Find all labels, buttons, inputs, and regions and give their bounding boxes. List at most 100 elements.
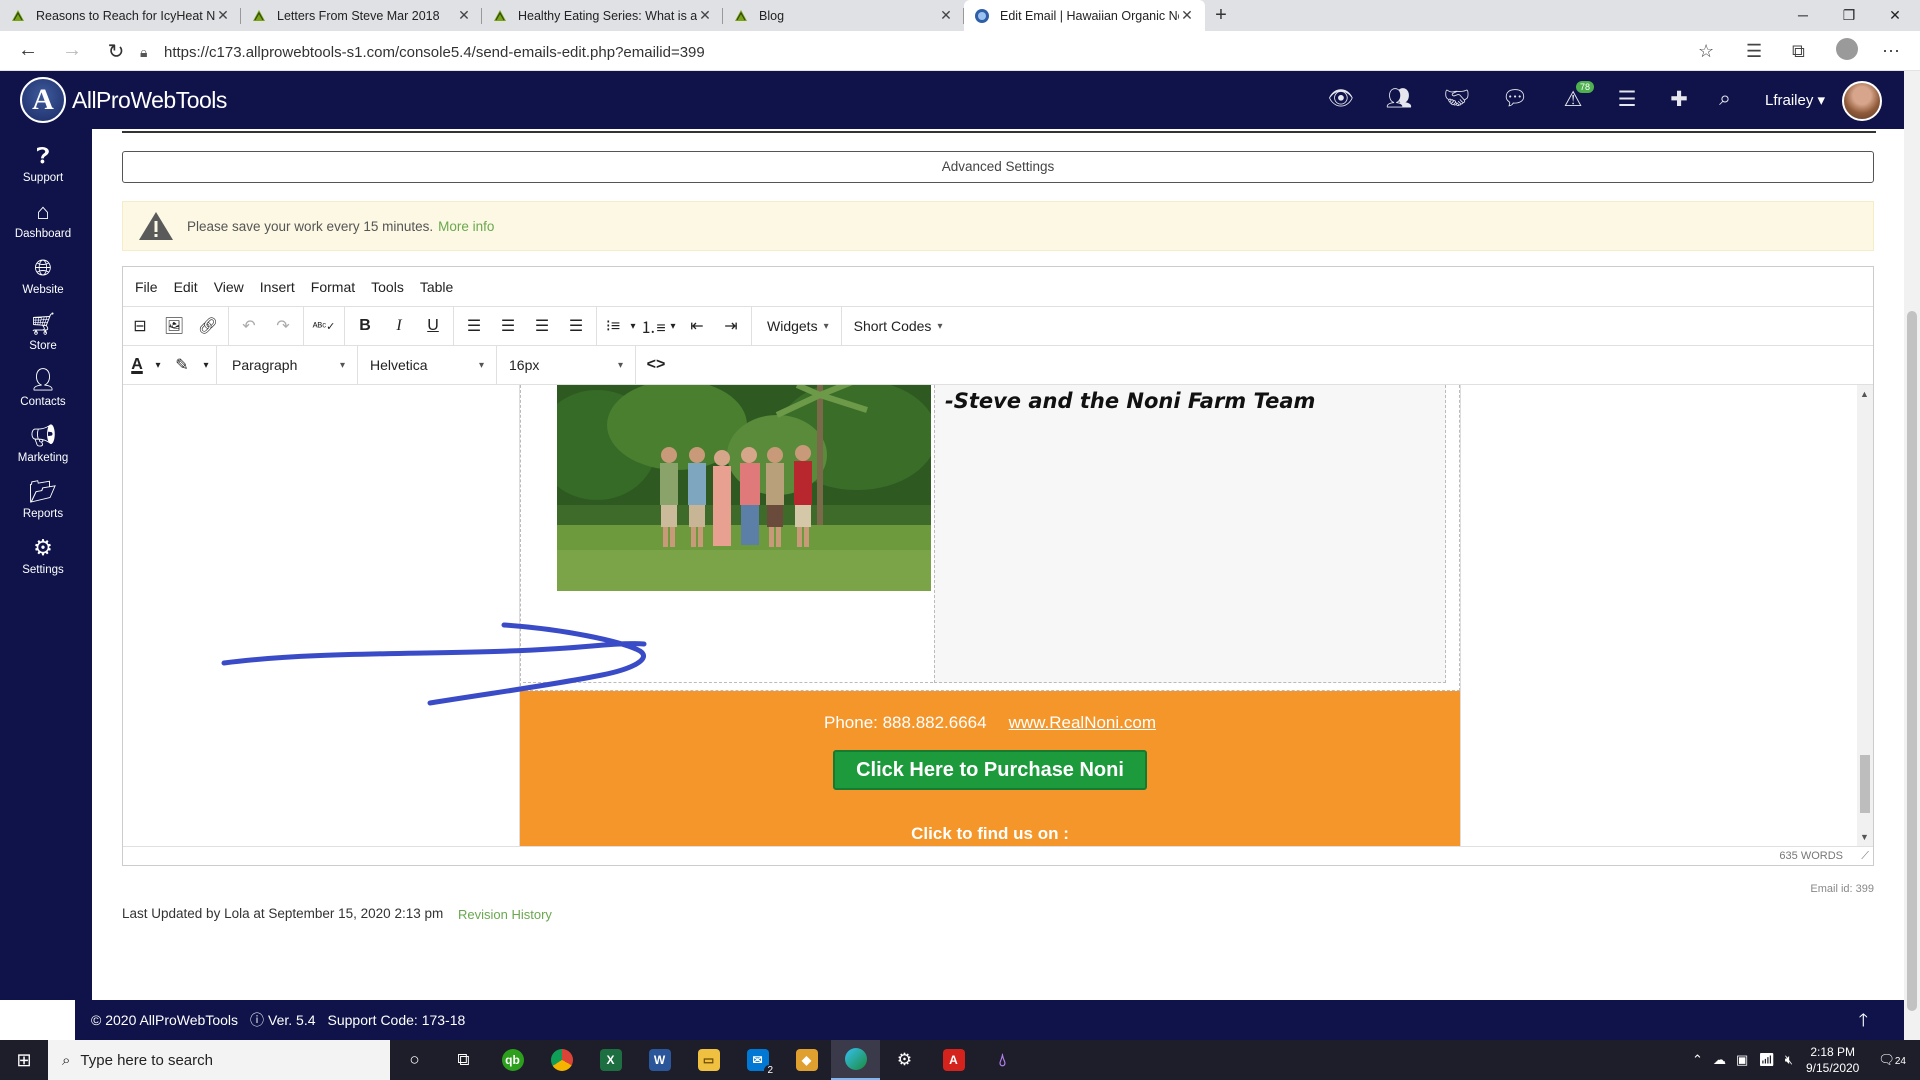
scrollbar-thumb[interactable] bbox=[1860, 755, 1870, 813]
task-view-icon[interactable]: ⧉ bbox=[439, 1040, 488, 1080]
browser-tab[interactable]: Healthy Eating Series: What is a ✕ bbox=[482, 0, 723, 31]
outdent-icon[interactable]: ⇤ bbox=[680, 316, 714, 336]
droplet-app-icon[interactable]: 💧︎ bbox=[978, 1040, 1027, 1080]
chat-icon[interactable]: 💬︎ bbox=[1500, 87, 1530, 111]
handshake-icon[interactable]: 🤝︎ bbox=[1442, 87, 1472, 111]
menu-edit[interactable]: Edit bbox=[174, 279, 198, 295]
short-codes-dropdown[interactable]: Short Codes ▾ bbox=[842, 307, 955, 346]
block-format-select[interactable]: Paragraph ▾ bbox=[220, 345, 358, 385]
bold-icon[interactable]: B bbox=[348, 317, 382, 335]
text-color-icon[interactable]: A bbox=[123, 356, 151, 374]
team-photo[interactable] bbox=[557, 385, 931, 591]
sidebar-item-contacts[interactable]: 👤︎ Contacts bbox=[0, 367, 86, 408]
sidebar-item-reports[interactable]: 📂︎ Reports bbox=[0, 479, 86, 520]
chevron-down-icon[interactable]: ▾ bbox=[626, 321, 640, 332]
favorite-star-icon[interactable]: ☆ bbox=[1698, 41, 1714, 62]
more-options-icon[interactable]: ⋯ bbox=[1882, 41, 1900, 62]
word-icon[interactable]: W bbox=[635, 1040, 684, 1080]
menu-insert[interactable]: Insert bbox=[260, 279, 295, 295]
eye-icon[interactable]: 👁︎ bbox=[1326, 87, 1356, 111]
chevron-up-icon[interactable]: ⌃ bbox=[1692, 1052, 1703, 1068]
restore-button[interactable]: ❐ bbox=[1826, 0, 1872, 31]
sidebar-item-support[interactable]: ❓︎ Support bbox=[0, 143, 86, 184]
editor-content-area[interactable]: -Steve and the Noni Farm Team Phone: 888… bbox=[123, 385, 1873, 846]
reload-icon[interactable]: ↻ bbox=[96, 39, 136, 64]
onedrive-icon[interactable]: ☁ bbox=[1713, 1052, 1726, 1068]
purchase-noni-button[interactable]: Click Here to Purchase Noni bbox=[833, 750, 1147, 790]
taskbar-clock[interactable]: 2:18 PM 9/15/2020 bbox=[1806, 1044, 1859, 1076]
menu-format[interactable]: Format bbox=[311, 279, 355, 295]
store-app-icon[interactable]: ◆ bbox=[782, 1040, 831, 1080]
page-scrollbar[interactable] bbox=[1904, 71, 1920, 1040]
plus-icon[interactable]: ✚ bbox=[1664, 87, 1694, 112]
source-code-icon[interactable]: <> bbox=[636, 356, 676, 374]
sidebar-item-settings[interactable]: ⚙ Settings bbox=[0, 535, 86, 576]
windows-start-icon[interactable]: ⊞ bbox=[0, 1050, 48, 1071]
underline-icon[interactable]: U bbox=[416, 317, 450, 335]
browser-tab[interactable]: Reasons to Reach for IcyHeat No ✕ bbox=[0, 0, 241, 31]
page-scrollbar-thumb[interactable] bbox=[1907, 311, 1917, 1011]
menu-tools[interactable]: Tools bbox=[371, 279, 404, 295]
edge-browser-icon[interactable] bbox=[831, 1040, 880, 1080]
taskbar-search[interactable]: ⌕ Type here to search bbox=[48, 1040, 390, 1080]
close-tab-icon[interactable]: ✕ bbox=[938, 7, 954, 24]
browser-tab[interactable]: Letters From Steve Mar 2018 ✕ bbox=[241, 0, 482, 31]
font-size-select[interactable]: 16px ▾ bbox=[497, 345, 636, 385]
editor-scrollbar[interactable]: ▲ ▼ bbox=[1857, 385, 1873, 846]
sidebar-item-dashboard[interactable]: ⌂ Dashboard bbox=[0, 199, 86, 240]
action-center-icon[interactable]: 🗨︎24 bbox=[1878, 1052, 1906, 1068]
new-tab-button[interactable]: + bbox=[1205, 0, 1237, 31]
close-tab-icon[interactable]: ✕ bbox=[456, 7, 472, 24]
users-icon[interactable]: 👥︎ bbox=[1384, 87, 1414, 111]
chrome-icon[interactable] bbox=[537, 1040, 586, 1080]
brand-logo[interactable]: A AllProWebTools bbox=[20, 77, 227, 123]
excel-icon[interactable]: X bbox=[586, 1040, 635, 1080]
scroll-up-icon[interactable]: ▲ bbox=[1860, 389, 1869, 399]
minimize-button[interactable]: ─ bbox=[1780, 0, 1826, 31]
close-tab-icon[interactable]: ✕ bbox=[1179, 7, 1195, 24]
mail-icon[interactable]: ✉ 2 bbox=[733, 1040, 782, 1080]
collections-icon[interactable]: ⧉ bbox=[1792, 41, 1805, 62]
advanced-settings-button[interactable]: Advanced Settings bbox=[122, 151, 1874, 183]
revision-history-link[interactable]: Revision History bbox=[458, 907, 552, 922]
highlight-color-icon[interactable]: ✎ bbox=[165, 355, 199, 375]
align-left-icon[interactable]: ☰ bbox=[457, 316, 491, 336]
numbered-list-icon[interactable]: ⒈≡ bbox=[640, 314, 666, 338]
profile-icon[interactable] bbox=[1836, 38, 1858, 65]
display-icon[interactable]: ▣ bbox=[1736, 1052, 1748, 1068]
list-icon[interactable]: ☰ bbox=[1612, 87, 1642, 112]
insert-link-icon[interactable]: 🔗︎ bbox=[191, 316, 225, 336]
user-menu[interactable]: Lfrailey ▾ bbox=[1765, 91, 1825, 109]
sidebar-item-store[interactable]: 🛒︎ Store bbox=[0, 311, 86, 352]
widgets-dropdown[interactable]: Widgets ▾ bbox=[755, 306, 842, 346]
chevron-down-icon[interactable]: ▾ bbox=[666, 321, 680, 332]
wifi-icon[interactable]: 📶︎ bbox=[1758, 1052, 1775, 1068]
close-tab-icon[interactable]: ✕ bbox=[697, 7, 713, 24]
align-center-icon[interactable]: ☰ bbox=[491, 316, 525, 336]
resize-handle-icon[interactable]: ⟋ bbox=[1861, 847, 1869, 866]
file-explorer-icon[interactable]: ▭ bbox=[684, 1040, 733, 1080]
scroll-to-top-icon[interactable]: 🡑 bbox=[1859, 1008, 1868, 1038]
menu-view[interactable]: View bbox=[214, 279, 244, 295]
close-tab-icon[interactable]: ✕ bbox=[215, 7, 231, 24]
scroll-down-icon[interactable]: ▼ bbox=[1860, 832, 1869, 842]
align-justify-icon[interactable]: ☰ bbox=[559, 316, 593, 336]
quickbooks-icon[interactable]: qb bbox=[488, 1040, 537, 1080]
cortana-icon[interactable]: ○ bbox=[390, 1040, 439, 1080]
chevron-down-icon[interactable]: ▾ bbox=[199, 360, 213, 371]
font-family-select[interactable]: Helvetica ▾ bbox=[358, 345, 497, 385]
close-window-button[interactable]: ✕ bbox=[1872, 0, 1918, 31]
back-arrow-icon[interactable]: ← bbox=[8, 39, 48, 62]
insert-image-icon[interactable]: 🖼︎ bbox=[157, 316, 191, 336]
search-icon[interactable]: ⌕ bbox=[1710, 87, 1740, 111]
alert-icon[interactable]: ⚠ 78 bbox=[1558, 81, 1595, 112]
chevron-down-icon[interactable]: ▾ bbox=[151, 360, 165, 371]
spellcheck-icon[interactable]: ᴬᴮᶜ✓ bbox=[307, 320, 341, 333]
forward-arrow-icon[interactable]: → bbox=[52, 39, 92, 62]
favorites-list-icon[interactable]: ☰ bbox=[1746, 41, 1762, 62]
volume-muted-icon[interactable]: 🔇︎ bbox=[1785, 1052, 1793, 1068]
url-field[interactable]: 🔒︎ https://c173.allprowebtools-s1.com/co… bbox=[140, 40, 1710, 64]
browser-tab-active[interactable]: Edit Email | Hawaiian Organic No ✕ bbox=[964, 0, 1205, 31]
sidebar-item-marketing[interactable]: 📢︎ Marketing bbox=[0, 423, 86, 464]
browser-tab[interactable]: Blog ✕ bbox=[723, 0, 964, 31]
